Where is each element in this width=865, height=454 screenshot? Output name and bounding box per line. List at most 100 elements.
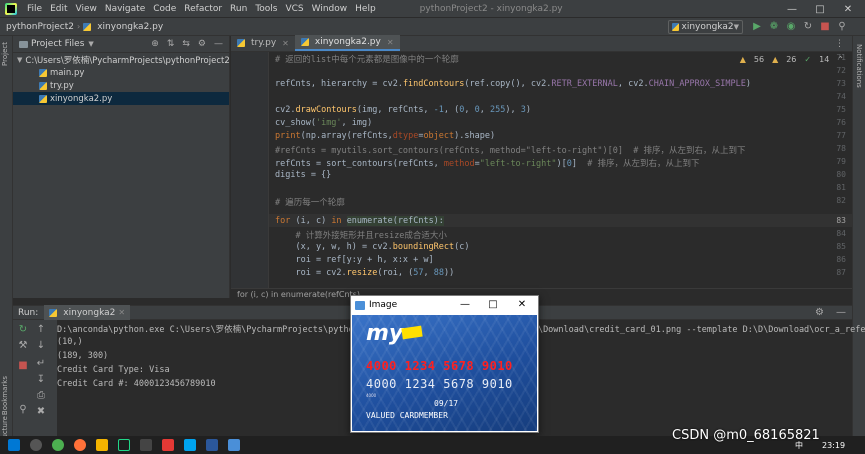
collapse-all-icon[interactable]: ⇆ (182, 39, 190, 49)
python-file-icon (237, 39, 245, 47)
menu-code[interactable]: Code (149, 0, 180, 18)
locate-file-icon[interactable]: ⊕ (151, 39, 159, 49)
app-icon[interactable] (184, 439, 196, 451)
code-breadcrumb[interactable]: for (i, c) in enumerate(refCnts) (231, 288, 852, 300)
hide-panel-icon[interactable]: — (214, 39, 223, 49)
menu-refactor[interactable]: Refactor (180, 0, 226, 18)
run-tab-xinyongka2[interactable]: xinyongka2 ✕ (44, 305, 131, 320)
file-explorer-icon[interactable] (96, 439, 108, 451)
tab-label: try.py (251, 38, 277, 48)
pycharm-taskbar-icon[interactable] (118, 439, 130, 451)
debug-icon[interactable]: ❁ (768, 21, 780, 33)
hide-panel-icon[interactable]: — (836, 307, 846, 318)
menu-vcs[interactable]: VCS (281, 0, 307, 18)
warning-count: 56 (753, 55, 765, 64)
pin-icon[interactable]: ⚲ (17, 404, 29, 416)
notifications-tool-tab[interactable]: Notifications (855, 44, 863, 88)
tree-item-file[interactable]: try.py (13, 79, 229, 92)
firefox-icon[interactable] (74, 439, 86, 451)
close-icon[interactable]: ✕ (514, 298, 530, 312)
word-icon[interactable] (206, 439, 218, 451)
image-window-titlebar[interactable]: Image — □ ✕ (351, 296, 538, 314)
menu-run[interactable]: Run (226, 0, 251, 18)
scroll-to-end-icon[interactable]: ↧ (35, 374, 47, 386)
soft-wrap-icon[interactable]: ↵ (35, 358, 47, 370)
more-tabs-icon[interactable]: ⋮ (835, 39, 844, 49)
scroll-up-icon[interactable]: ↑ (35, 324, 47, 336)
app-icon[interactable] (162, 439, 174, 451)
minimize-icon[interactable]: — (457, 298, 473, 312)
tree-item-label: xinyongka2.py (50, 93, 113, 104)
expand-all-icon[interactable]: ⇅ (167, 39, 175, 49)
line-number: 78 (836, 144, 846, 153)
tree-item-file[interactable]: main.py (13, 66, 229, 79)
tab-label: xinyongka2.py (314, 37, 381, 47)
close-tab-icon[interactable]: ✕ (118, 308, 125, 317)
menu-help[interactable]: Help (351, 0, 380, 18)
stop-icon[interactable]: ■ (17, 360, 29, 372)
breadcrumb-file[interactable]: xinyongka2.py (94, 22, 166, 32)
bookmarks-tool-tab[interactable]: Bookmarks (1, 376, 9, 415)
line-number: 86 (836, 255, 846, 264)
scroll-down-icon[interactable]: ↓ (35, 340, 47, 352)
chevron-down-icon: ▼ (17, 55, 23, 64)
print-icon[interactable]: ⎙ (35, 390, 47, 402)
breadcrumb-project[interactable]: pythonProject2 (0, 22, 77, 32)
tab-xinyongka2-py[interactable]: xinyongka2.py ✕ (294, 35, 400, 51)
tree-item-file-selected[interactable]: xinyongka2.py (13, 92, 229, 105)
menu-navigate[interactable]: Navigate (101, 0, 149, 18)
search-icon[interactable]: ⚲ (836, 21, 848, 33)
run-icon[interactable]: ▶ (751, 21, 763, 33)
chevron-down-icon[interactable]: ▼ (88, 40, 93, 48)
start-menu-icon[interactable] (8, 439, 20, 451)
chevron-right-icon: › (77, 22, 81, 31)
code-line: cv_show('img', img) (275, 118, 373, 128)
code-editor[interactable]: ▲ 56 ▲ 26 ✓ 14 ⌃ 71 72 73 74 75 76 77 78 79… (231, 52, 852, 288)
tab-try-py[interactable]: try.py ✕ (231, 35, 295, 51)
line-number: 85 (836, 242, 846, 251)
maximize-icon[interactable]: □ (806, 0, 834, 18)
rerun-icon[interactable]: ↻ (17, 324, 29, 336)
menu-tools[interactable]: Tools (251, 0, 281, 18)
python-file-icon (39, 68, 47, 77)
profile-icon[interactable]: ↻ (802, 21, 814, 33)
image-window[interactable]: Image — □ ✕ my 4000 1234 5678 9010 4000 … (350, 295, 539, 433)
close-tab-icon[interactable]: ✕ (387, 38, 394, 47)
clock[interactable]: 23:19 (822, 436, 845, 454)
browser-icon[interactable] (52, 439, 64, 451)
gear-icon[interactable]: ⚙ (815, 307, 824, 318)
run-configuration-select[interactable]: xinyongka2 ▼ (668, 20, 743, 34)
close-tab-icon[interactable]: ✕ (282, 39, 289, 48)
trash-icon[interactable]: ✖ (35, 406, 47, 418)
folder-icon (19, 40, 28, 48)
tree-item-project-root[interactable]: ▼ C:\Users\罗依楠\PycharmProjects\pythonPro… (13, 53, 230, 66)
python-file-icon (83, 22, 92, 31)
inspection-widget[interactable]: ▲ 56 ▲ 26 ✓ 14 ⌃ (740, 55, 844, 64)
code-line: cv2.drawContours(img, refCnts, -1, (0, 0… (275, 105, 531, 115)
menu-edit[interactable]: Edit (46, 0, 71, 18)
image-window-taskbar-icon[interactable] (228, 439, 240, 451)
minimize-icon[interactable]: — (778, 0, 806, 18)
line-number: 79 (836, 157, 846, 166)
wrench-icon[interactable]: ⚒ (17, 340, 29, 352)
maximize-icon[interactable]: □ (485, 298, 501, 312)
menu-window[interactable]: Window (308, 0, 352, 18)
menu-file[interactable]: File (23, 0, 46, 18)
credit-card-image: my 4000 1234 5678 9010 4000 1234 5678 90… (352, 315, 537, 431)
card-expiry: 09/17 (434, 399, 459, 408)
close-icon[interactable]: ✕ (834, 0, 862, 18)
card-number-highlighted: 4000 1234 5678 9010 (366, 359, 513, 373)
menu-view[interactable]: View (72, 0, 101, 18)
card-member-name: VALUED CARDMEMBER (366, 411, 448, 420)
stop-icon[interactable]: ■ (819, 21, 831, 33)
editor-tab-bar: try.py ✕ xinyongka2.py ✕ ⋮ (231, 35, 852, 52)
coverage-icon[interactable]: ◉ (785, 21, 797, 33)
gear-icon[interactable]: ⚙ (198, 39, 206, 49)
search-icon[interactable] (30, 439, 42, 451)
project-tool-tab[interactable]: Project (1, 42, 9, 66)
chevron-down-icon: ▼ (733, 23, 739, 31)
project-view-select[interactable]: Project Files (31, 39, 84, 49)
line-number: 76 (836, 118, 846, 127)
line-number-gutter (231, 52, 269, 288)
terminal-icon[interactable] (140, 439, 152, 451)
